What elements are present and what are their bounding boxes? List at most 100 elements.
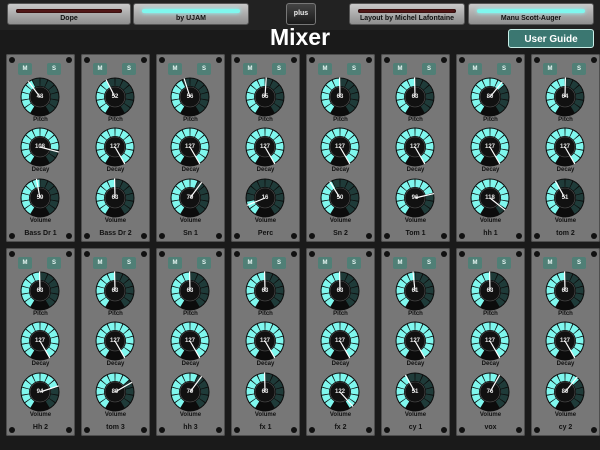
decay-value: 127 [184,144,195,150]
pitch-knob[interactable]: 63 [470,271,510,311]
volume-knob[interactable]: 79 [170,178,210,218]
pitch-label: Pitch [558,117,573,123]
volume-knob[interactable]: 79 [170,372,210,412]
solo-button[interactable]: S [422,257,436,269]
user-guide-button[interactable]: User Guide [508,29,594,48]
mute-button[interactable]: M [468,257,482,269]
mute-button[interactable]: M [168,63,182,75]
volume-knob[interactable]: 118 [470,178,510,218]
volume-knob[interactable]: 63 [95,178,135,218]
volume-knob[interactable]: 76 [470,372,510,412]
plus-button[interactable]: plus [286,3,316,25]
solo-button[interactable]: S [572,257,586,269]
solo-button[interactable]: S [197,257,211,269]
mute-button[interactable]: M [393,63,407,75]
pitch-knob[interactable]: 63 [545,271,585,311]
volume-knob[interactable]: 63 [245,372,285,412]
mute-button[interactable]: M [318,63,332,75]
solo-button[interactable]: S [422,63,436,75]
decay-knob[interactable]: 127 [170,321,210,361]
decay-knob[interactable]: 127 [245,127,285,167]
pitch-knob[interactable]: 63 [170,271,210,311]
decay-knob[interactable]: 127 [470,127,510,167]
mute-button[interactable]: M [93,63,107,75]
decay-knob[interactable]: 127 [470,321,510,361]
decay-label: Decay [481,361,500,367]
volume-knob[interactable]: 122 [320,372,360,412]
mute-button[interactable]: M [93,257,107,269]
mute-button[interactable]: M [18,63,32,75]
volume-knob[interactable]: 94 [20,372,60,412]
layout-credit-tab[interactable]: Layout by Michel Lafontaine [349,3,465,25]
pitch-knob[interactable]: 63 [20,271,60,311]
pitch-knob[interactable]: 63 [95,271,135,311]
panel-screw [309,57,315,63]
volume-knob[interactable]: 80 [545,372,585,412]
solo-button[interactable]: S [197,63,211,75]
solo-button[interactable]: S [572,63,586,75]
decay-knob[interactable]: 127 [95,321,135,361]
solo-button[interactable]: S [497,63,511,75]
mute-button[interactable]: M [543,63,557,75]
volume-knob[interactable]: 50 [320,178,360,218]
pitch-knob[interactable]: 56 [170,77,210,117]
mute-button[interactable]: M [18,257,32,269]
volume-knob[interactable]: 89 [95,372,135,412]
volume-knob[interactable]: 59 [20,178,60,218]
author-tab[interactable]: Manu Scott-Auger [468,3,594,25]
pitch-knob[interactable]: 65 [245,77,285,117]
pitch-knob[interactable]: 63 [320,77,360,117]
pitch-knob[interactable]: 80 [470,77,510,117]
decay-knob[interactable]: 127 [545,321,585,361]
solo-button[interactable]: S [47,63,61,75]
volume-knob[interactable]: 16 [245,178,285,218]
decay-knob[interactable]: 127 [20,321,60,361]
mute-button[interactable]: M [318,257,332,269]
pitch-knob[interactable]: 48 [20,77,60,117]
channel-name: tom 3 [106,424,125,431]
pitch-knob[interactable]: 63 [320,271,360,311]
author-label: Manu Scott-Auger [500,15,562,22]
decay-knob[interactable]: 127 [170,127,210,167]
solo-button[interactable]: S [122,257,136,269]
decay-knob[interactable]: 127 [395,127,435,167]
decay-value: 127 [559,144,570,150]
solo-button[interactable]: S [47,257,61,269]
pitch-knob[interactable]: 64 [545,77,585,117]
mute-button[interactable]: M [543,257,557,269]
solo-button[interactable]: S [272,63,286,75]
decay-knob[interactable]: 127 [245,321,285,361]
pitch-knob[interactable]: 63 [245,271,285,311]
decay-knob[interactable]: 127 [395,321,435,361]
volume-knob[interactable]: 51 [395,372,435,412]
volume-knob[interactable]: 51 [545,178,585,218]
channel-strip: M S 64 Pitch 127 Decay 51 Volume tom 2 [531,54,600,242]
solo-button[interactable]: S [347,257,361,269]
decay-knob[interactable]: 127 [545,127,585,167]
mute-button[interactable]: M [243,63,257,75]
vendor-tab[interactable]: by UJAM [133,3,249,25]
pitch-knob[interactable]: 61 [395,271,435,311]
volume-value: 79 [186,389,194,395]
pitch-knob[interactable]: 52 [95,77,135,117]
decay-knob[interactable]: 108 [20,127,60,167]
decay-knob[interactable]: 127 [95,127,135,167]
pitch-value: 63 [411,94,419,100]
mute-button[interactable]: M [168,257,182,269]
solo-button[interactable]: S [122,63,136,75]
solo-button[interactable]: S [272,257,286,269]
preset-name-tab[interactable]: Dope [7,3,131,25]
volume-label: Volume [179,218,202,224]
decay-knob[interactable]: 127 [320,127,360,167]
layout-credit-indicator [358,9,456,13]
mute-button[interactable]: M [393,257,407,269]
volume-knob[interactable]: 96 [395,178,435,218]
mute-button[interactable]: M [243,257,257,269]
mute-button[interactable]: M [468,63,482,75]
solo-button[interactable]: S [497,257,511,269]
solo-button[interactable]: S [347,63,361,75]
pitch-value: 61 [411,288,419,294]
panel-screw [234,57,240,63]
pitch-knob[interactable]: 63 [395,77,435,117]
decay-knob[interactable]: 127 [320,321,360,361]
